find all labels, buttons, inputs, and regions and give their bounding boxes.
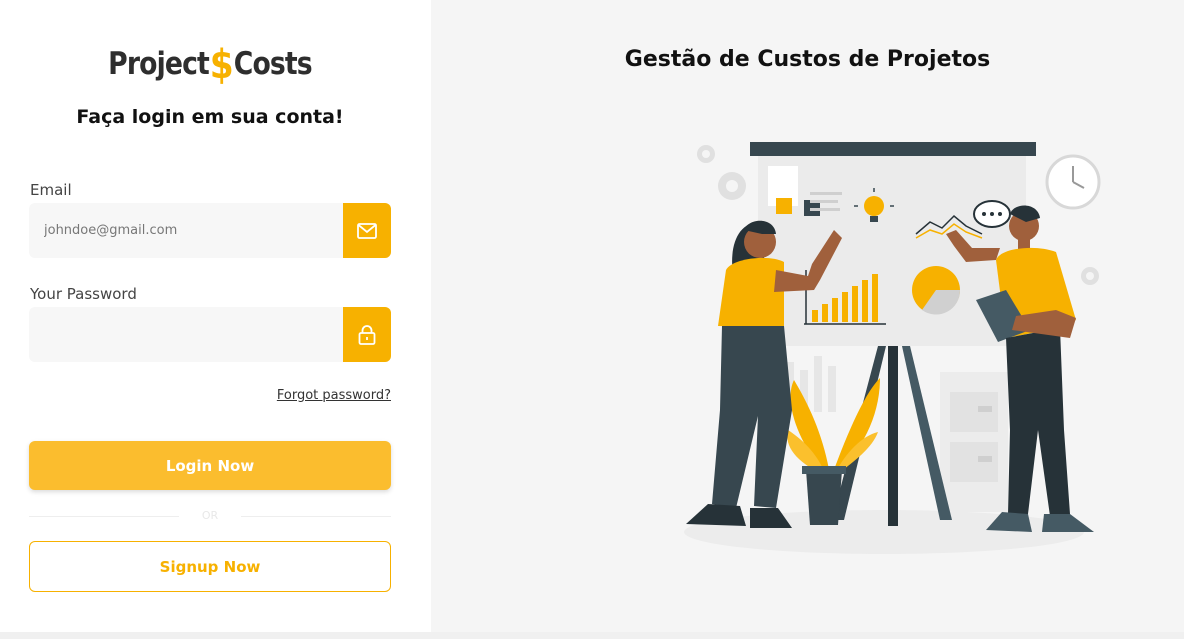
signup-button[interactable]: Signup Now <box>29 541 391 592</box>
email-label: Email <box>30 181 72 199</box>
email-input[interactable] <box>29 203 343 258</box>
lock-icon <box>343 307 391 362</box>
login-button[interactable]: Login Now <box>29 441 391 490</box>
password-input[interactable] <box>29 307 343 362</box>
forgot-password-row: Forgot password? <box>0 388 391 403</box>
password-label: Your Password <box>30 285 137 303</box>
divider-line-right <box>241 516 391 517</box>
logo-text-costs: Costs <box>233 46 313 82</box>
brand-logo: Project$Costs <box>29 42 390 88</box>
presentation-illustration <box>684 142 1101 554</box>
email-field-wrapper <box>29 203 391 258</box>
or-divider: OR <box>29 508 391 524</box>
login-panel: Project$Costs Faça login em sua conta! E… <box>0 0 431 632</box>
envelope-icon <box>343 203 391 258</box>
login-heading: Faça login em sua conta! <box>76 106 344 128</box>
forgot-password-link[interactable]: Forgot password? <box>277 388 391 403</box>
logo-text-project: Project <box>108 46 210 82</box>
hero-title: Gestão de Custos de Projetos <box>624 47 991 72</box>
logo-dollar-symbol: $ <box>209 42 234 88</box>
password-field-wrapper <box>29 307 391 362</box>
bottom-strip <box>0 632 1184 639</box>
